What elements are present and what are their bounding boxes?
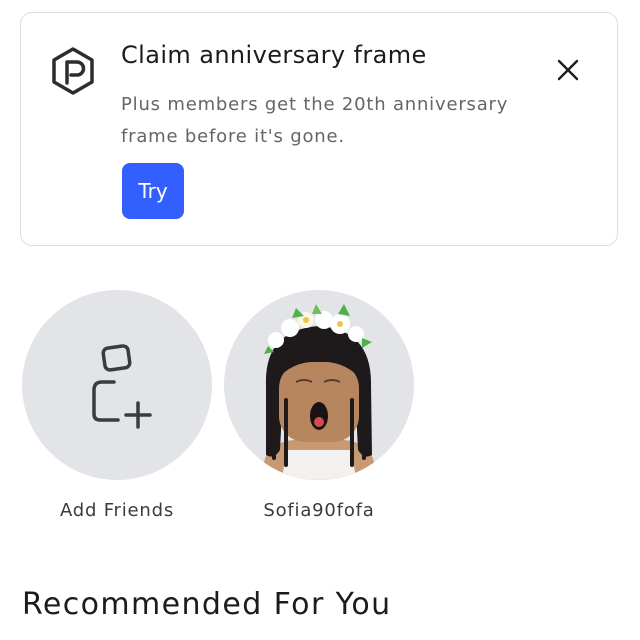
avatar-image	[264, 304, 374, 480]
friend-tile[interactable]: Sofia90fofa	[224, 290, 414, 521]
plus-logo-icon	[47, 45, 99, 97]
recommended-section-title: Recommended For You	[22, 587, 392, 622]
home-page: Claim anniversary frame Plus members get…	[0, 0, 640, 640]
add-friend-icon	[92, 344, 152, 429]
close-promo-button[interactable]	[551, 53, 585, 87]
promo-description: Plus members get the 20th anniversary fr…	[121, 94, 509, 147]
add-friends-label: Add Friends	[59, 500, 175, 521]
add-friends-circle[interactable]	[22, 290, 212, 480]
anniversary-frame-promo-card: Claim anniversary frame Plus members get…	[20, 12, 618, 246]
close-icon	[557, 59, 579, 81]
add-friends-tile[interactable]: Add Friends	[22, 290, 212, 521]
avatar[interactable]	[224, 290, 414, 480]
try-button[interactable]: Try	[122, 163, 184, 219]
promo-title: Claim anniversary frame	[121, 41, 427, 69]
friend-username: Sofia90fofa	[263, 500, 375, 521]
